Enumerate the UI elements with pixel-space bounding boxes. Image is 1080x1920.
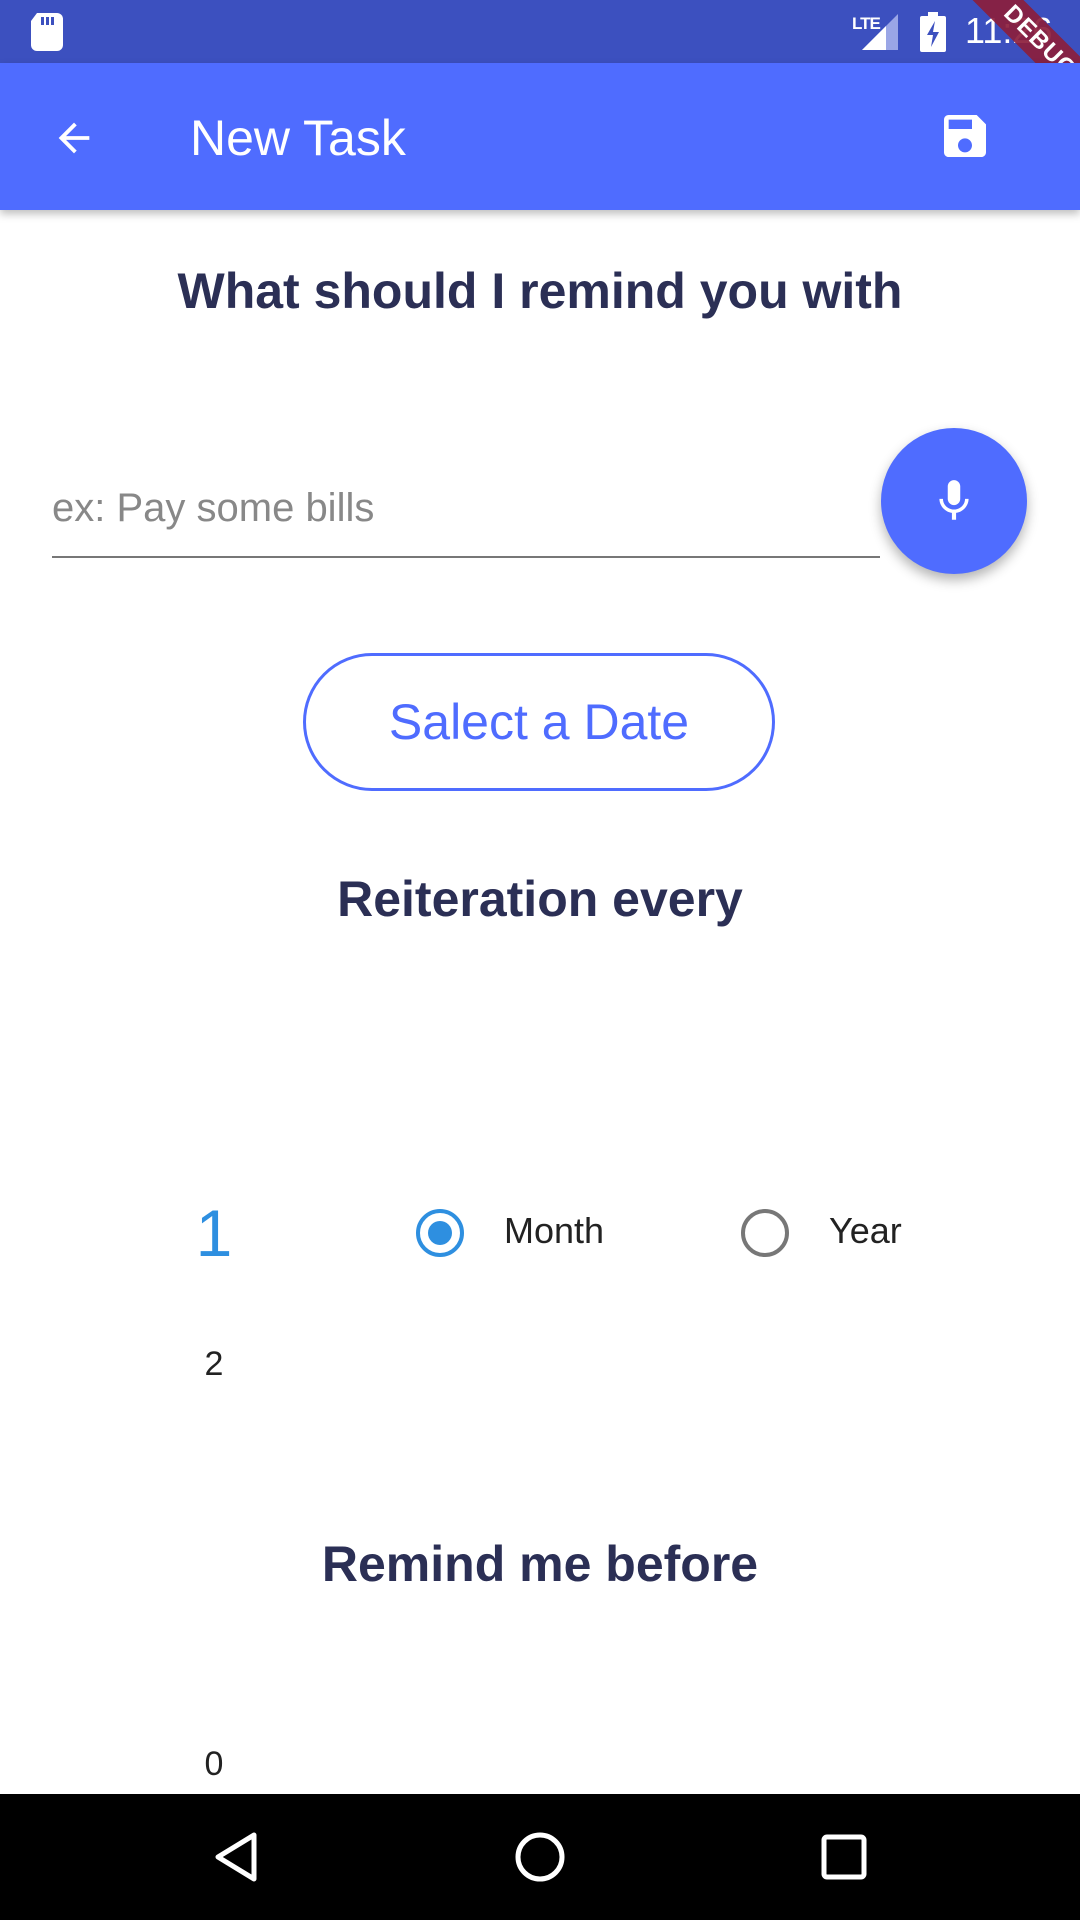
task-input[interactable] — [52, 460, 880, 558]
mic-button[interactable] — [881, 428, 1027, 574]
save-icon — [944, 115, 986, 157]
sd-card-icon — [31, 13, 63, 51]
page-title: New Task — [190, 110, 406, 166]
year-radio[interactable] — [741, 1209, 789, 1257]
year-radio-label[interactable]: Year — [829, 1210, 902, 1252]
reiteration-picker-option[interactable]: 2 — [154, 1345, 274, 1384]
arrow-back-icon — [58, 122, 90, 154]
task-heading: What should I remind you with — [177, 263, 903, 319]
nav-recents-icon[interactable] — [814, 1827, 874, 1887]
nav-back-icon[interactable] — [206, 1827, 266, 1887]
navigation-bar — [0, 1794, 1080, 1920]
reiteration-picker-selected[interactable]: 1 — [154, 1195, 274, 1271]
nav-home-icon[interactable] — [510, 1827, 570, 1887]
save-button[interactable] — [930, 101, 1000, 171]
select-date-button[interactable]: Salect a Date — [303, 653, 775, 791]
reiteration-heading: Reiteration every — [337, 871, 743, 927]
battery-charging-icon — [920, 12, 946, 52]
remind-before-heading: Remind me before — [321, 1536, 759, 1592]
status-bar: LTE 11:26 DEBUG — [0, 0, 1080, 133]
mic-icon — [939, 480, 969, 520]
month-radio[interactable] — [416, 1209, 464, 1257]
remind-before-picker-value[interactable]: 0 — [154, 1745, 274, 1784]
month-radio-label[interactable]: Month — [504, 1210, 604, 1252]
back-button[interactable] — [34, 103, 114, 173]
app-bar: New Task — [0, 63, 1080, 210]
signal-icon — [862, 14, 898, 50]
